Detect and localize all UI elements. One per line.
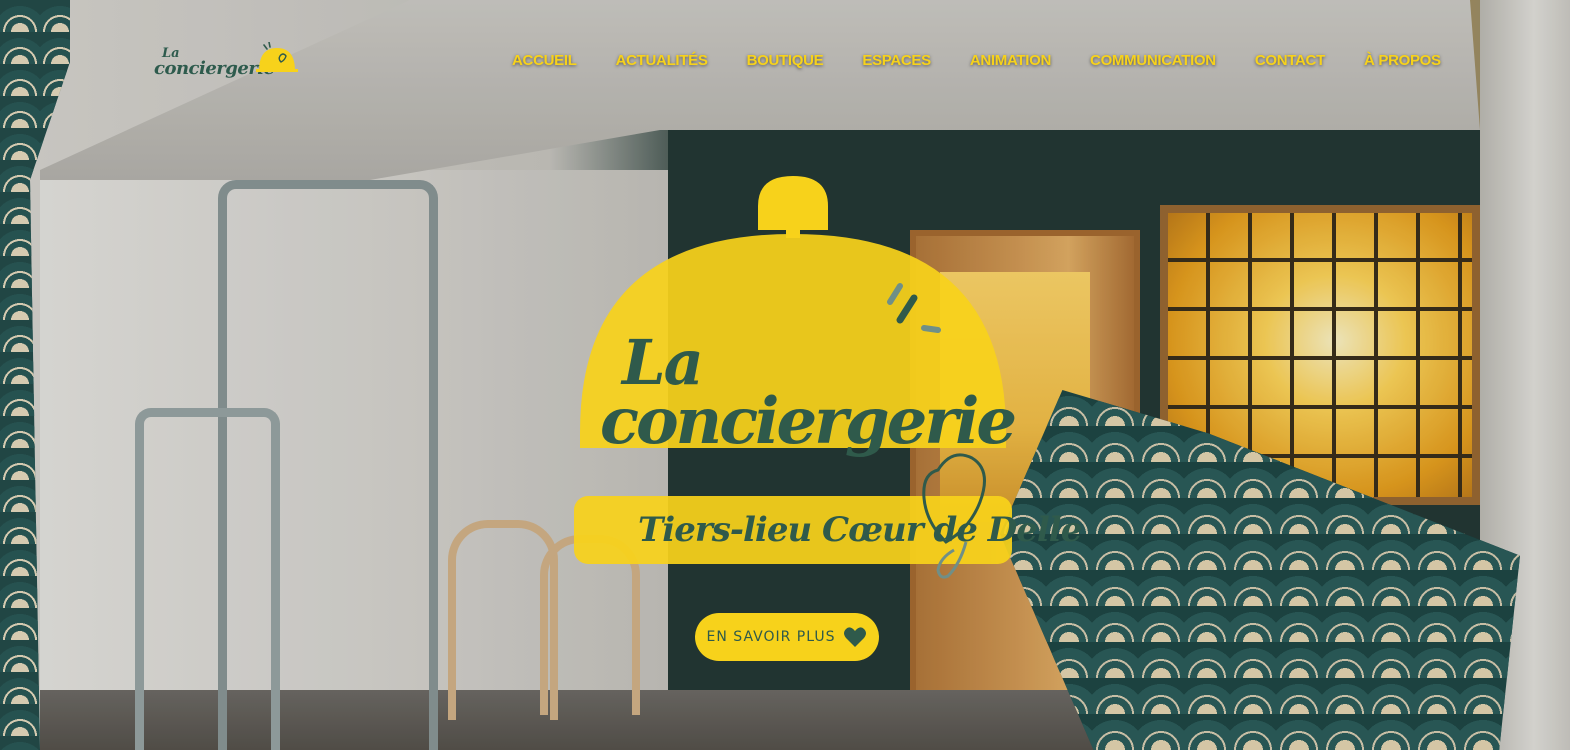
heart-icon [844,627,867,647]
nav-item-animation[interactable]: ANIMATION [970,50,1051,72]
hero-section: La conciergerie ACCUEIL ACTUALITÉS BOUTI… [0,0,1570,750]
nav-item-contact[interactable]: CONTACT [1255,50,1325,72]
hero-logo-line2: conciergerie [600,384,1017,459]
nav-item-boutique[interactable]: BOUTIQUE [747,50,824,72]
site-logo[interactable]: La conciergerie [152,34,302,86]
en-savoir-plus-button[interactable]: EN SAVOIR PLUS [695,613,879,661]
nav-item-a-propos[interactable]: À PROPOS [1364,50,1441,72]
nav-item-actualites[interactable]: ACTUALITÉS [616,50,708,72]
nav-item-communication[interactable]: COMMUNICATION [1090,50,1216,72]
hero-tagline: Tiers-lieu Cœur de Delle [638,510,1082,550]
en-savoir-plus-label: EN SAVOIR PLUS [706,629,836,645]
bell-icon [256,42,298,72]
nav-item-espaces[interactable]: ESPACES [862,50,931,72]
main-nav: ACCUEIL ACTUALITÉS BOUTIQUE ESPACES ANIM… [512,50,1441,72]
hero-logo: La conciergerie Tiers-lieu Cœur de Delle [570,170,1082,590]
nav-item-accueil[interactable]: ACCUEIL [512,50,577,72]
